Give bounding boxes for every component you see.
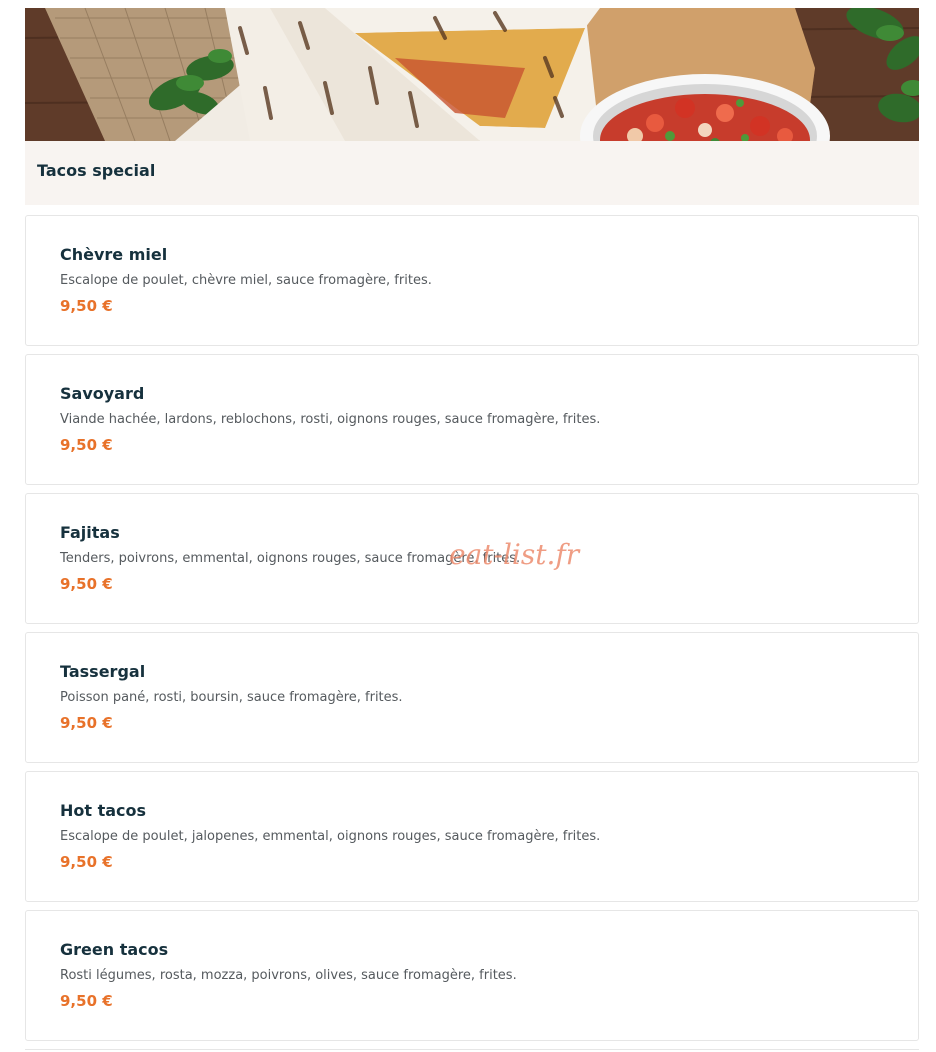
section-title: Tacos special [37,161,156,180]
menu-item-card[interactable]: Tassergal Poisson pané, rosti, boursin, … [25,632,919,763]
item-price: 9,50 € [60,297,113,315]
item-name: Fajitas [60,523,120,542]
menu-item-card[interactable]: Green tacos Rosti légumes, rosta, mozza,… [25,910,919,1041]
item-name: Green tacos [60,940,169,959]
item-name: Hot tacos [60,801,147,820]
item-price: 9,50 € [60,853,113,871]
item-description: Rosti légumes, rosta, mozza, poivrons, o… [60,968,517,983]
hero-photo-illustration [25,8,919,141]
menu-item-card[interactable]: Chèvre miel Escalope de poulet, chèvre m… [25,215,919,346]
menu-item-card[interactable]: Fajitas Tenders, poivrons, emmental, oig… [25,493,919,624]
section-header: Tacos special [25,141,919,205]
menu-item-card[interactable]: Savoyard Viande hachée, lardons, rebloch… [25,354,919,485]
item-price: 9,50 € [60,992,113,1010]
item-name: Tassergal [60,662,146,681]
item-description: Escalope de poulet, chèvre miel, sauce f… [60,273,432,288]
item-description: Tenders, poivrons, emmental, oignons rou… [60,551,521,566]
item-description: Poisson pané, rosti, boursin, sauce from… [60,690,403,705]
menu-item-card[interactable]: Hot tacos Escalope de poulet, jalopenes,… [25,771,919,902]
item-name: Chèvre miel [60,245,168,264]
menu-item-list: Chèvre miel Escalope de poulet, chèvre m… [25,215,919,1049]
item-description: Viande hachée, lardons, reblochons, rost… [60,412,601,427]
item-price: 9,50 € [60,575,113,593]
item-price: 9,50 € [60,714,113,732]
item-price: 9,50 € [60,436,113,454]
item-name: Savoyard [60,384,145,403]
hero-image [25,8,919,141]
item-description: Escalope de poulet, jalopenes, emmental,… [60,829,601,844]
